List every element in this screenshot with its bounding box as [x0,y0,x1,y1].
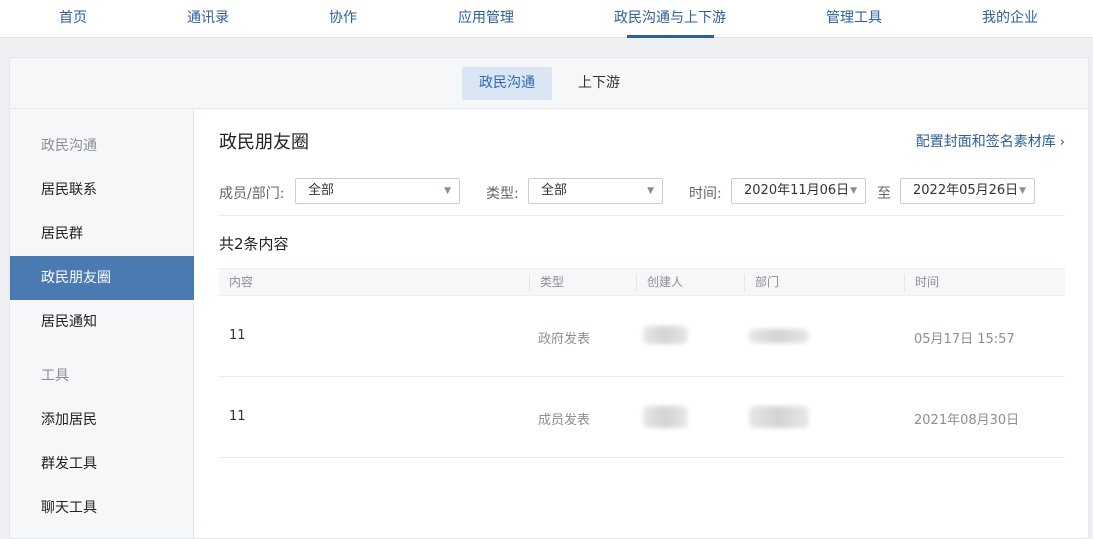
column-header-time: 时间 [904,274,939,291]
nav-tab-app-management[interactable]: 应用管理 [458,0,514,38]
main-panel: 政民沟通 上下游 政民沟通 居民联系 居民群 政民朋友圈 居民通知 工具 添加居… [9,57,1089,539]
cell-content: 11 [229,328,246,343]
config-material-link[interactable]: 配置封面和签名素材库 › [916,131,1065,151]
config-link-label: 配置封面和签名素材库 [915,134,1056,150]
column-header-creator: 创建人 [636,274,683,291]
top-navigation: 首页 通讯录 协作 应用管理 政民沟通与上下游 管理工具 我的企业 [0,0,1093,38]
time-start-select[interactable]: 2020年11月06日 ▼ [731,178,866,204]
cell-type: 政府发表 [538,332,591,347]
cell-creator-redacted [643,406,688,428]
cell-time: 05月17日 15:57 [914,332,1015,347]
cell-creator-redacted [643,326,688,344]
nav-tab-gov-citizen[interactable]: 政民沟通与上下游 [614,0,726,38]
column-header-department: 部门 [744,274,779,291]
cell-department-redacted [749,329,809,343]
column-header-content: 内容 [229,275,254,289]
sub-tab-bar: 政民沟通 上下游 [10,58,1088,109]
member-filter-value: 全部 [308,183,335,198]
sidebar-item-resident-notice[interactable]: 居民通知 [10,300,194,344]
cell-department-redacted [749,406,809,428]
sidebar-item-moments[interactable]: 政民朋友圈 [10,256,194,300]
subtab-gov-citizen[interactable]: 政民沟通 [462,67,552,100]
dropdown-arrow-icon: ▼ [647,186,654,196]
sidebar-item-resident-group[interactable]: 居民群 [10,212,194,256]
subtab-upstream-downstream[interactable]: 上下游 [561,67,637,100]
sidebar: 政民沟通 居民联系 居民群 政民朋友圈 居民通知 工具 添加居民 群发工具 聊天… [10,109,194,538]
result-count: 共2条内容 [219,235,289,253]
chevron-right-icon: › [1059,135,1065,150]
cell-content: 11 [229,409,246,424]
sidebar-group-tools: 工具 [41,368,69,384]
active-tab-indicator [627,35,714,38]
dropdown-arrow-icon: ▼ [444,186,451,196]
table-header: 内容 类型 创建人 部门 时间 [219,268,1065,296]
table-row[interactable]: 11 政府发表 05月17日 15:57 [219,296,1065,377]
divider [219,215,1065,216]
dropdown-arrow-icon: ▼ [1019,186,1026,196]
time-end-value: 2022年05月26日 [913,183,1019,198]
type-filter-label: 类型: [486,186,519,202]
time-filter-label: 时间: [689,186,722,202]
nav-tab-management-tools[interactable]: 管理工具 [826,0,882,38]
moments-table: 内容 类型 创建人 部门 时间 11 政府发表 05月17日 15:57 11 … [219,268,1065,458]
sidebar-item-chat-tools[interactable]: 聊天工具 [10,486,194,530]
member-filter-select[interactable]: 全部 ▼ [295,178,460,204]
sidebar-item-resident-contact[interactable]: 居民联系 [10,168,194,212]
time-start-value: 2020年11月06日 [744,183,850,198]
time-range-separator: 至 [877,186,891,202]
nav-tab-home[interactable]: 首页 [59,0,87,38]
cell-time: 2021年08月30日 [914,413,1020,428]
sidebar-item-add-resident[interactable]: 添加居民 [10,398,194,442]
content-area: 政民朋友圈 配置封面和签名素材库 › 成员/部门: 全部 ▼ 类型: 全部 ▼ 时… [195,109,1088,538]
member-filter-label: 成员/部门: [219,186,285,202]
nav-tab-collaboration[interactable]: 协作 [329,0,357,38]
page-title: 政民朋友圈 [219,132,309,153]
nav-tab-contacts[interactable]: 通讯录 [187,0,229,38]
nav-tab-my-enterprise[interactable]: 我的企业 [982,0,1038,38]
type-filter-select[interactable]: 全部 ▼ [528,178,663,204]
sidebar-group-gov-citizen: 政民沟通 [41,138,97,154]
table-row[interactable]: 11 成员发表 2021年08月30日 [219,377,1065,458]
sidebar-item-mass-send[interactable]: 群发工具 [10,442,194,486]
column-header-type: 类型 [529,274,564,291]
time-end-select[interactable]: 2022年05月26日 ▼ [900,178,1035,204]
cell-type: 成员发表 [538,413,591,428]
dropdown-arrow-icon: ▼ [850,186,857,196]
type-filter-value: 全部 [541,183,568,198]
